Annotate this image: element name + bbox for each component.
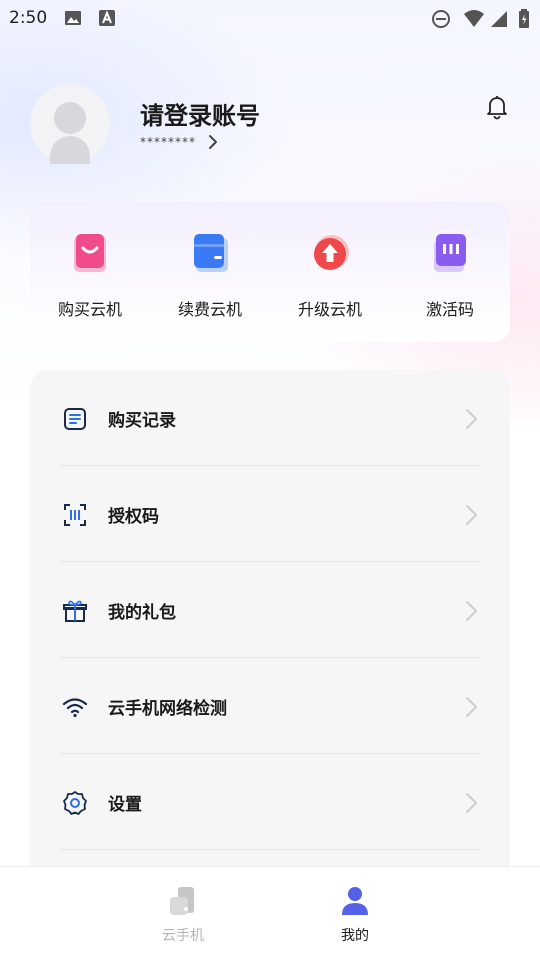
quick-action-label: 购买云机	[57, 300, 122, 319]
quick-action-label: 升级云机	[297, 300, 362, 319]
tab-label: 云手机	[162, 928, 204, 944]
battery-icon	[518, 9, 530, 33]
wifi-icon	[62, 694, 88, 720]
quick-action-renew[interactable]: 续费云机	[150, 230, 270, 320]
chevron-right-icon	[464, 598, 480, 624]
bell-icon[interactable]	[484, 94, 510, 120]
menu-item-network-check[interactable]: 云手机网络检测	[30, 658, 510, 754]
dnd-icon	[431, 9, 451, 33]
avatar-head	[54, 102, 86, 134]
menu-item-settings[interactable]: 设置	[30, 754, 510, 850]
avatar[interactable]	[30, 84, 110, 164]
avatar-body	[50, 136, 90, 164]
signal-icon	[489, 9, 509, 33]
quick-action-buy[interactable]: 购买云机	[30, 230, 150, 320]
chevron-right-icon	[208, 134, 218, 150]
menu-item-my-gifts[interactable]: 我的礼包	[30, 562, 510, 658]
account-masked: ********	[140, 135, 196, 149]
shopping-bag-icon	[66, 230, 114, 278]
tab-label: 我的	[341, 928, 369, 944]
login-title[interactable]: 请登录账号	[140, 96, 260, 131]
quick-actions-card: 购买云机 续费云机 升级云机 激活码	[30, 202, 510, 342]
wifi-icon	[463, 9, 485, 33]
tab-cloud-phone[interactable]: 云手机	[123, 885, 243, 945]
bottom-nav: 云手机 我的	[0, 866, 540, 961]
user-icon	[339, 885, 371, 917]
quick-action-label: 激活码	[425, 300, 474, 319]
image-icon	[64, 9, 82, 31]
quick-action-label: 续费云机	[177, 300, 242, 319]
upgrade-icon	[306, 230, 354, 278]
menu-card: 购买记录 授权码 我的礼包 云手机网络检测 设置	[30, 370, 510, 880]
gift-icon	[62, 598, 88, 624]
chevron-right-icon	[464, 502, 480, 528]
menu-item-auth-code[interactable]: 授权码	[30, 466, 510, 562]
chevron-right-icon	[464, 406, 480, 432]
gear-icon	[62, 790, 88, 816]
divider	[60, 849, 480, 850]
menu-item-label: 设置	[108, 795, 142, 815]
wallet-icon	[186, 230, 234, 278]
quick-action-upgrade[interactable]: 升级云机	[270, 230, 390, 320]
menu-item-label: 云手机网络检测	[108, 699, 227, 719]
chevron-right-icon	[464, 790, 480, 816]
menu-item-label: 我的礼包	[108, 603, 176, 623]
cloud-phone-icon	[167, 885, 199, 917]
account-row[interactable]: ********	[140, 132, 218, 152]
status-bar: 2:50	[0, 0, 540, 36]
menu-item-purchase-records[interactable]: 购买记录	[30, 370, 510, 466]
menu-item-label: 购买记录	[108, 411, 176, 431]
quick-action-activation[interactable]: 激活码	[390, 230, 510, 320]
code-icon	[426, 230, 474, 278]
scan-code-icon	[62, 502, 88, 528]
status-time: 2:50	[9, 8, 48, 28]
menu-item-label: 授权码	[108, 507, 159, 527]
document-icon	[62, 406, 88, 432]
chevron-right-icon	[464, 694, 480, 720]
tab-me[interactable]: 我的	[295, 885, 415, 945]
a-icon	[98, 9, 116, 31]
